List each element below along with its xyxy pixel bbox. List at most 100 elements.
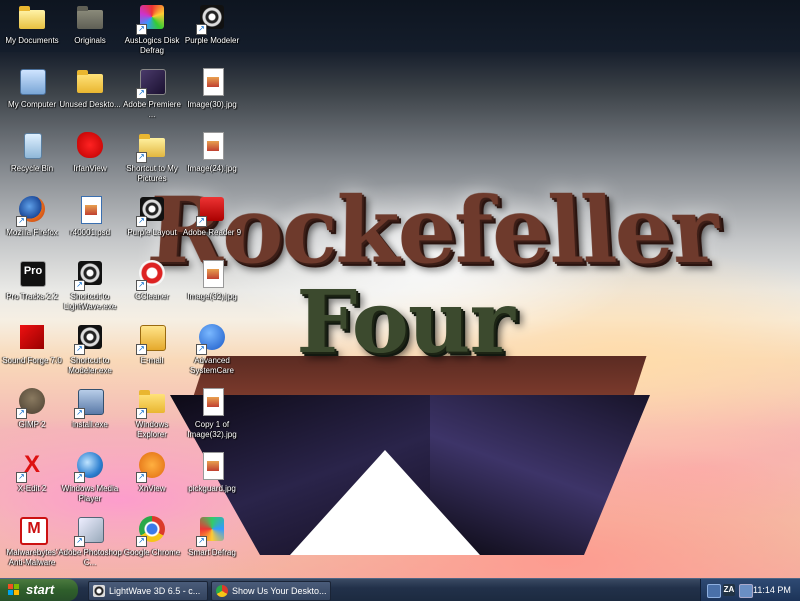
chrome-icon	[216, 585, 228, 597]
taskbar-button-label: LightWave 3D 6.5 - c...	[109, 586, 201, 596]
desktop-icon-label: Adobe Premiere ...	[123, 100, 181, 119]
desktop-icon-unused-desktop[interactable]: Unused Deskto...	[58, 66, 122, 130]
pro-tracks-icon: Pro	[20, 261, 46, 287]
desktop-icon-image-32[interactable]: Image(32).jpg	[180, 258, 244, 322]
desktop-icon-auslogics-disk-defrag[interactable]: ↗ AusLogics Disk Defrag	[120, 2, 184, 66]
wallpaper-title-line2: Four	[296, 272, 515, 373]
recycle-bin-icon	[24, 133, 42, 159]
folder-icon	[77, 70, 103, 93]
desktop-icon-install-exe[interactable]: ↗ install.exe	[58, 386, 122, 450]
desktop-icon-label: Google Chrome	[123, 548, 181, 557]
desktop-icon-label: XnView	[138, 484, 166, 493]
jpg-file-icon	[203, 132, 224, 160]
desktop-icon-label: r40001.psd	[69, 228, 111, 237]
desktop-icon-xnview[interactable]: ↗ XnView	[120, 450, 184, 514]
desktop-icon-label: Unused Deskto...	[59, 100, 121, 109]
desktop-icon-label: Windows Media Player	[61, 484, 119, 503]
my-documents-icon	[19, 6, 45, 29]
desktop-icon-windows-media-player[interactable]: ↗ Windows Media Player	[58, 450, 122, 514]
psd-file-icon	[81, 196, 102, 224]
shortcut-arrow-icon: ↗	[74, 408, 85, 419]
wallpaper-box-right	[430, 395, 650, 555]
shortcut-arrow-icon: ↗	[74, 536, 85, 547]
desktop-icon-malwarebytes[interactable]: M Malwarebytes' Anti-Malware	[0, 514, 64, 578]
desktop-icon-label: Originals	[74, 36, 106, 45]
lightwave-icon	[93, 585, 105, 597]
desktop-icon-purple-layout[interactable]: ↗ Purple Layout	[120, 194, 184, 258]
windows-flag-icon	[8, 584, 20, 596]
desktop-icon-recycle-bin[interactable]: Recycle Bin	[0, 130, 64, 194]
desktop-icon-my-pictures[interactable]: ↗ Shortcut to My Pictures	[120, 130, 184, 194]
shortcut-arrow-icon: ↗	[196, 536, 207, 547]
desktop-icon-label: Shortcut to Modeler.exe	[68, 356, 112, 375]
desktop-icon-image-30[interactable]: Image(30).jpg	[180, 66, 244, 130]
desktop-icon-label: Shortcut to LightWave.exe	[63, 292, 117, 311]
shortcut-arrow-icon: ↗	[74, 472, 85, 483]
desktop-icon-gimp[interactable]: ↗ GIMP 2	[0, 386, 64, 450]
desktop-icon-image-24[interactable]: Image(24).jpg	[180, 130, 244, 194]
desktop-icon-label: Sound Forge 7.0	[2, 356, 62, 365]
shortcut-arrow-icon: ↗	[74, 344, 85, 355]
desktop-icon-pickguard[interactable]: pickguard.jpg	[180, 450, 244, 514]
desktop-icon-google-chrome[interactable]: ↗ Google Chrome	[120, 514, 184, 578]
jpg-file-icon	[203, 388, 224, 416]
desktop-icon-sound-forge[interactable]: Sound Forge 7.0	[0, 322, 64, 386]
taskbar-button-lightwave[interactable]: LightWave 3D 6.5 - c...	[88, 581, 208, 601]
desktop-icon-my-documents[interactable]: My Documents	[0, 2, 64, 66]
jpg-file-icon	[203, 68, 224, 96]
desktop-icon-label: X-Edit 2	[17, 484, 47, 493]
desktop-icon-originals[interactable]: Originals	[58, 2, 122, 66]
desktop-icon-label: Image(24).jpg	[187, 164, 237, 173]
desktop-icon-label: AusLogics Disk Defrag	[124, 36, 180, 55]
desktop-icon-label: CCleaner	[135, 292, 169, 301]
clock[interactable]: 11:14 PM	[753, 579, 791, 601]
desktop-icon-pro-tracks[interactable]: Pro Pro Tracks 2.2	[0, 258, 64, 322]
desktop-icon-smart-defrag[interactable]: ↗ Smart Defrag	[180, 514, 244, 578]
desktop-icon-label: Image(30).jpg	[187, 100, 237, 109]
desktop-icon-r40001-psd[interactable]: r40001.psd	[58, 194, 122, 258]
desktop-icon-label: Advanced SystemCare	[189, 356, 234, 375]
desktop-icon-adobe-photoshop[interactable]: ↗ Adobe Photoshop C...	[58, 514, 122, 578]
shortcut-arrow-icon: ↗	[136, 280, 147, 291]
taskbar-button-chrome[interactable]: Show Us Your Deskto...	[211, 581, 331, 601]
desktop-icon-adobe-reader[interactable]: ↗ Adobe Reader 9	[180, 194, 244, 258]
shortcut-arrow-icon: ↗	[74, 280, 85, 291]
desktop-icon-label: IrfanView	[73, 164, 107, 173]
desktop-icon-my-computer[interactable]: My Computer	[0, 66, 64, 130]
start-label: start	[26, 582, 55, 597]
desktop-icon-windows-explorer[interactable]: ↗ Windows Explorer	[120, 386, 184, 450]
desktop-icon-irfanview[interactable]: IrfanView	[58, 130, 122, 194]
desktop-icon-copy-image-32[interactable]: Copy 1 of Image(32).jpg	[180, 386, 244, 450]
desktop-icon-label: Malwarebytes' Anti-Malware	[6, 548, 58, 567]
desktop-icon-mozilla-firefox[interactable]: ↗ Mozilla Firefox	[0, 194, 64, 258]
desktop-icon-email[interactable]: ↗ E-mail	[120, 322, 184, 386]
shortcut-arrow-icon: ↗	[136, 152, 147, 163]
desktop: Rockefeller Four My Documents My Compute…	[0, 0, 800, 578]
desktop-icon-label: Mozilla Firefox	[6, 228, 58, 237]
desktop-icon-modeler-exe[interactable]: ↗ Shortcut to Modeler.exe	[58, 322, 122, 386]
desktop-icon-purple-modeler[interactable]: ↗ Purple Modeler	[180, 2, 244, 66]
desktop-icon-label: Pro Tracks 2.2	[6, 292, 58, 301]
network-icon[interactable]	[707, 584, 721, 598]
start-button[interactable]: start	[0, 579, 78, 601]
desktop-icon-label: Shortcut to My Pictures	[126, 164, 178, 183]
desktop-icon-lightwave-exe[interactable]: ↗ Shortcut to LightWave.exe	[58, 258, 122, 322]
desktop-icon-label: Copy 1 of Image(32).jpg	[187, 420, 237, 439]
desktop-icon-label: Purple Layout	[127, 228, 177, 237]
desktop-icon-ccleaner[interactable]: ↗ CCleaner	[120, 258, 184, 322]
speaker-icon[interactable]	[739, 584, 753, 598]
shortcut-arrow-icon: ↗	[16, 408, 27, 419]
za-icon[interactable]: ZA	[723, 584, 735, 596]
shortcut-arrow-icon: ↗	[16, 216, 27, 227]
desktop-icon-adobe-premiere[interactable]: ↗ Adobe Premiere ...	[120, 66, 184, 130]
desktop-icon-label: pickguard.jpg	[188, 484, 236, 493]
desktop-icon-label: GIMP 2	[18, 420, 46, 429]
shortcut-arrow-icon: ↗	[136, 344, 147, 355]
desktop-icon-x-edit[interactable]: X ↗ X-Edit 2	[0, 450, 64, 514]
malwarebytes-icon: M	[20, 517, 48, 545]
shortcut-arrow-icon: ↗	[196, 24, 207, 35]
system-tray: ZA 11:14 PM	[700, 579, 800, 601]
desktop-icon-label: My Documents	[5, 36, 59, 45]
desktop-icon-advanced-systemcare[interactable]: ↗ Advanced SystemCare	[180, 322, 244, 386]
irfanview-icon	[77, 132, 103, 158]
